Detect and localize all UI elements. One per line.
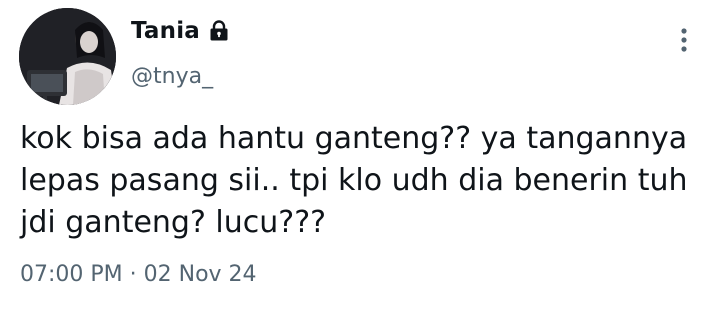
tweet-timestamp[interactable]: 07:00 PM · 02 Nov 24 [20,262,257,287]
tweet-text: kok bisa ada hantu ganteng?? ya tanganny… [20,121,688,240]
avatar[interactable] [19,8,116,105]
more-options-icon[interactable] [678,26,690,54]
tweet-card: Tania @tnya_ kok bisa ada hantu ganteng?… [0,0,720,312]
name-row: Tania [131,14,231,48]
user-handle[interactable]: @tnya_ [131,64,231,89]
user-info: Tania @tnya_ [131,14,231,89]
display-name[interactable]: Tania [131,18,200,44]
lock-icon [207,19,231,43]
avatar-image [19,8,116,105]
